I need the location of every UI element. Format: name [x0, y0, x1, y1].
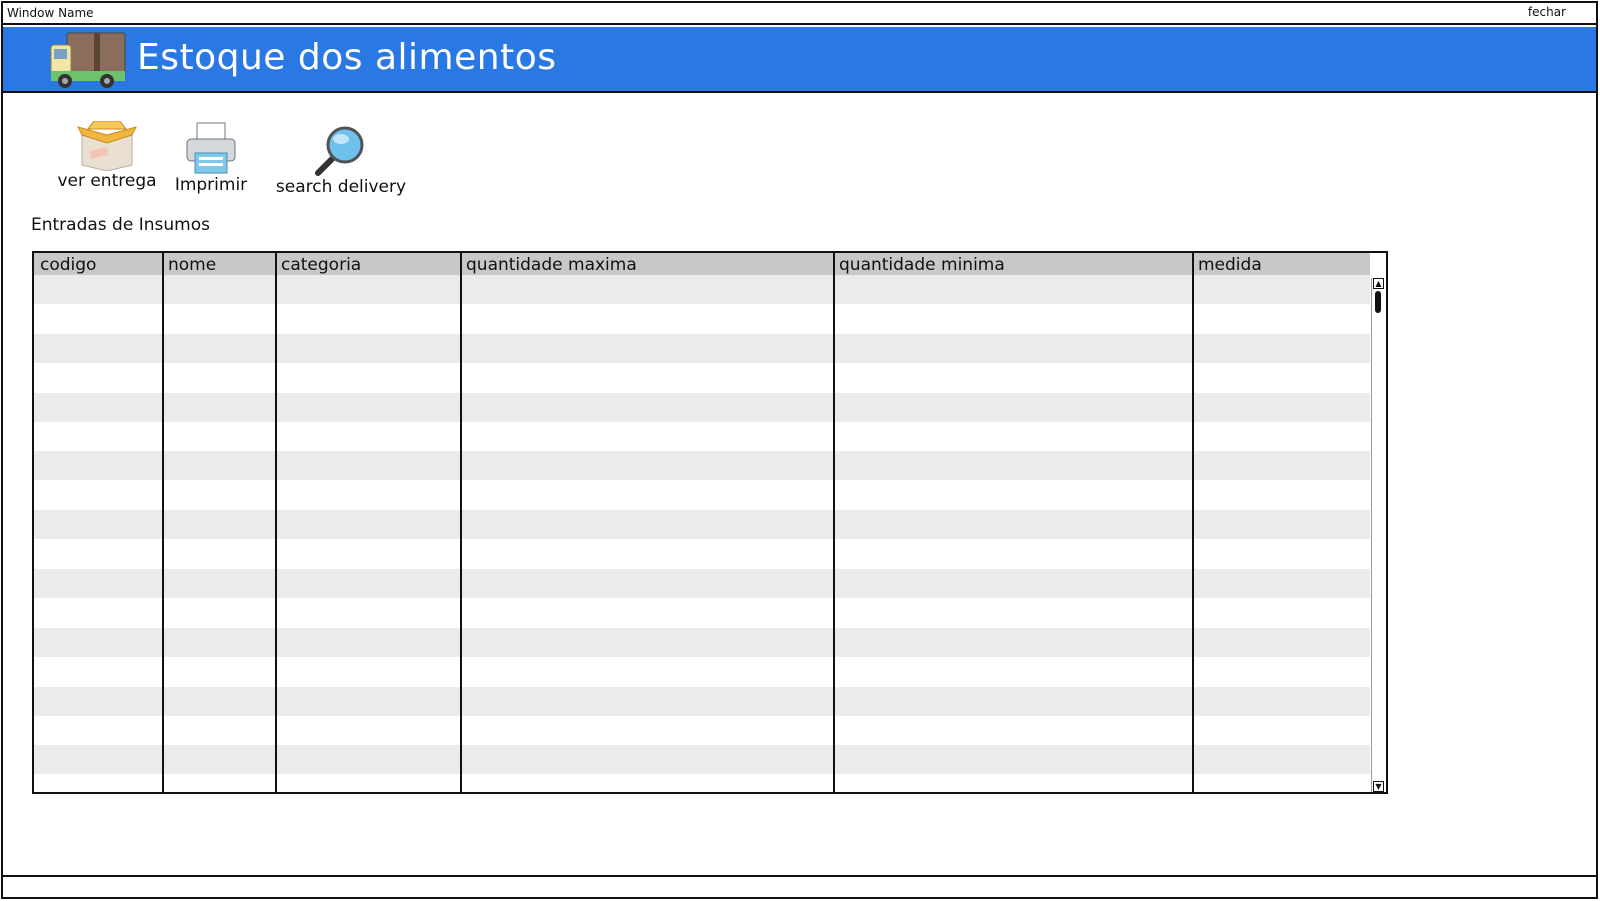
- vertical-scrollbar[interactable]: ▲ ▼: [1371, 278, 1385, 792]
- table-row[interactable]: [34, 363, 1370, 392]
- imprimir-label: Imprimir: [174, 175, 248, 195]
- status-bar: [3, 875, 1596, 897]
- scroll-down-icon[interactable]: ▼: [1373, 781, 1384, 792]
- table-row[interactable]: [34, 598, 1370, 627]
- scroll-thumb[interactable]: [1375, 291, 1381, 313]
- table-row[interactable]: [34, 775, 1370, 792]
- column-header-quantidade-maxima[interactable]: quantidade maxima: [462, 255, 637, 275]
- title-bar: Window Name fechar: [3, 3, 1596, 25]
- column-header-nome[interactable]: nome: [164, 255, 216, 275]
- search-delivery-button[interactable]: search delivery: [271, 123, 411, 197]
- column-divider: [833, 253, 835, 792]
- table-row[interactable]: [34, 627, 1370, 657]
- table-row[interactable]: [34, 657, 1370, 686]
- table-row[interactable]: [34, 510, 1370, 540]
- table-row[interactable]: [34, 745, 1370, 775]
- table-row[interactable]: [34, 716, 1370, 745]
- package-icon: [77, 121, 137, 171]
- column-divider: [162, 253, 164, 792]
- magnifier-icon: [315, 126, 364, 176]
- imprimir-button[interactable]: Imprimir: [171, 121, 251, 195]
- search-delivery-label: search delivery: [275, 177, 407, 197]
- column-header-codigo[interactable]: codigo: [36, 255, 96, 275]
- page-title: Estoque dos alimentos: [137, 37, 557, 78]
- header-banner: Estoque dos alimentos: [3, 27, 1596, 93]
- ver-entrega-label: ver entrega: [57, 171, 157, 191]
- table-row[interactable]: [34, 422, 1370, 451]
- delivery-truck-icon: [50, 32, 126, 88]
- printer-icon: [186, 122, 236, 174]
- table-row[interactable]: [34, 540, 1370, 569]
- table-row[interactable]: [34, 686, 1370, 716]
- table-row[interactable]: [34, 569, 1370, 598]
- table-row[interactable]: [34, 304, 1370, 333]
- ver-entrega-button[interactable]: ver entrega: [53, 121, 161, 191]
- close-button[interactable]: fechar: [1528, 5, 1566, 19]
- column-header-categoria[interactable]: categoria: [277, 255, 361, 275]
- section-label: Entradas de Insumos: [31, 215, 210, 235]
- window-name: Window Name: [7, 6, 94, 20]
- table-row[interactable]: [34, 275, 1370, 304]
- table-row[interactable]: [34, 333, 1370, 363]
- column-header-medida[interactable]: medida: [1194, 255, 1262, 275]
- data-table: codigo nome categoria quantidade maxima …: [32, 251, 1388, 794]
- table-row[interactable]: [34, 392, 1370, 422]
- application-window: Window Name fechar Estoque dos alimentos…: [1, 1, 1598, 899]
- table-header: codigo nome categoria quantidade maxima …: [34, 253, 1370, 275]
- table-row[interactable]: [34, 451, 1370, 481]
- column-divider: [275, 253, 277, 792]
- table-row[interactable]: [34, 481, 1370, 510]
- column-header-quantidade-minima[interactable]: quantidade minima: [835, 255, 1005, 275]
- column-divider: [1192, 253, 1194, 792]
- scroll-up-icon[interactable]: ▲: [1373, 278, 1384, 289]
- column-divider: [460, 253, 462, 792]
